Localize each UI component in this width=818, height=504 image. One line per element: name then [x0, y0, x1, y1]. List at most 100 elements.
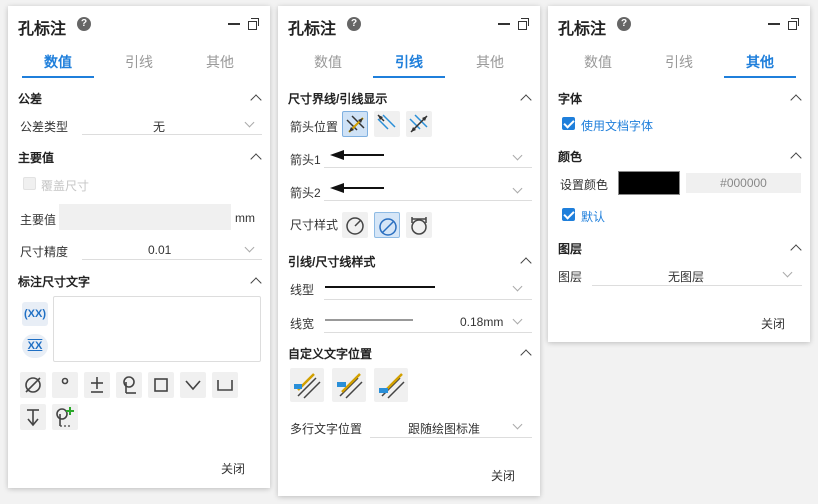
plus-minus-symbol-button[interactable] [84, 372, 110, 398]
main-value-input[interactable] [59, 204, 231, 230]
text-position-2-button[interactable] [332, 368, 366, 402]
insert-value-paren-button[interactable]: (XX) [22, 302, 48, 326]
text-position-inline-icon [337, 373, 363, 399]
tab-other[interactable]: 其他 [724, 50, 796, 78]
collapse-extension-lines-icon[interactable] [520, 94, 532, 106]
arrow-inside-icon [346, 115, 365, 133]
override-size-checkbox[interactable] [23, 177, 36, 190]
restore-window-icon[interactable] [518, 18, 529, 30]
countersink-symbol-button[interactable] [180, 372, 206, 398]
counterbore-icon [217, 380, 233, 391]
divider [324, 167, 532, 168]
help-icon[interactable]: ? [347, 17, 361, 31]
layer-select[interactable]: 无图层 [668, 268, 704, 285]
tab-bar: 数值 引线 其他 [278, 50, 540, 80]
text-position-3-button[interactable] [374, 368, 408, 402]
default-color-checkbox[interactable] [562, 208, 575, 221]
text-position-1-button[interactable] [290, 368, 324, 402]
help-icon[interactable]: ? [617, 17, 631, 31]
arrow-outside-icon [377, 114, 396, 130]
hole-annotation-panel-values: 孔标注 ? 数值 引线 其他 公差 公差类型 无 主要值 覆盖尺寸 主要值 mm… [8, 6, 270, 488]
add-symbol-button[interactable] [52, 404, 78, 430]
tab-values[interactable]: 数值 [292, 50, 364, 78]
square-icon [154, 378, 168, 392]
collapse-annotation-text-icon[interactable] [250, 277, 262, 289]
chevron-down-icon[interactable] [512, 281, 523, 292]
add-symbol-icon [56, 407, 74, 427]
arrow-position-auto-button[interactable] [406, 111, 432, 137]
panel-title: 孔标注 [288, 21, 337, 38]
precision-select[interactable]: 0.01 [148, 243, 171, 257]
countersink-icon [185, 380, 201, 391]
annotation-text-area[interactable] [53, 296, 261, 362]
multiline-text-position-select[interactable]: 跟随绘图标准 [408, 420, 480, 437]
tab-leader[interactable]: 引线 [643, 50, 715, 78]
minimize-icon[interactable] [768, 23, 780, 25]
tab-values[interactable]: 数值 [562, 50, 634, 78]
multiline-text-position-label: 多行文字位置 [290, 422, 363, 436]
chevron-down-icon[interactable] [512, 314, 523, 325]
color-swatch[interactable] [618, 171, 680, 195]
close-button[interactable]: 关闭 [761, 315, 785, 332]
chevron-down-icon[interactable] [512, 150, 523, 161]
collapse-color-icon[interactable] [790, 152, 802, 164]
section-extension-lines: 尺寸界线/引线显示 [288, 92, 388, 106]
divider [324, 332, 532, 333]
collapse-layer-icon[interactable] [790, 244, 802, 256]
square-symbol-button[interactable] [148, 372, 174, 398]
chevron-down-icon[interactable] [512, 183, 523, 194]
collapse-custom-text-icon[interactable] [520, 349, 532, 361]
tab-other[interactable]: 其他 [184, 50, 256, 78]
degree-icon [61, 377, 69, 385]
diameter-symbol-button[interactable] [20, 372, 46, 398]
insert-value-box-button[interactable]: XX [22, 334, 48, 358]
collapse-line-style-icon[interactable] [520, 257, 532, 269]
text-position-horizontal-icon [379, 373, 405, 399]
plus-minus-icon [91, 377, 103, 393]
restore-window-icon[interactable] [788, 18, 799, 30]
diameter-icon [25, 377, 41, 393]
arrow-position-inside-button[interactable] [342, 111, 368, 137]
line-width-preview[interactable] [325, 319, 413, 321]
dim-style-diameter-button[interactable] [374, 212, 400, 238]
tab-leader[interactable]: 引线 [373, 50, 445, 78]
dim-style-radius-button[interactable] [342, 212, 368, 238]
tab-leader[interactable]: 引线 [103, 50, 175, 78]
chevron-down-icon[interactable] [512, 419, 523, 430]
collapse-main-value-icon[interactable] [250, 153, 262, 165]
collapse-tolerance-icon[interactable] [250, 94, 262, 106]
main-value-label: 主要值 [20, 213, 57, 227]
depth-symbol-button[interactable] [20, 404, 46, 430]
line-width-select[interactable]: 0.18mm [460, 315, 503, 329]
arrow-position-outside-button[interactable] [374, 111, 400, 137]
close-button[interactable]: 关闭 [221, 460, 245, 477]
arrow1-style-icon[interactable] [330, 149, 386, 161]
centerline-symbol-button[interactable] [116, 372, 142, 398]
tab-values[interactable]: 数值 [22, 50, 94, 78]
tab-other[interactable]: 其他 [454, 50, 526, 78]
section-tolerance: 公差 [18, 92, 43, 106]
degree-symbol-button[interactable] [52, 372, 78, 398]
line-type-label: 线型 [290, 283, 315, 297]
section-line-style: 引线/尺寸线样式 [288, 255, 376, 269]
line-type-preview[interactable] [325, 286, 435, 288]
tolerance-type-select[interactable]: 无 [153, 118, 165, 135]
help-icon[interactable]: ? [77, 17, 91, 31]
arrow-position-label: 箭头位置 [290, 120, 339, 134]
counterbore-symbol-button[interactable] [212, 372, 238, 398]
minimize-icon[interactable] [228, 23, 240, 25]
chevron-down-icon[interactable] [782, 267, 793, 278]
arrow2-style-icon[interactable] [330, 182, 386, 194]
use-document-font-checkbox[interactable] [562, 117, 575, 130]
minimize-icon[interactable] [498, 23, 510, 25]
unit-label: mm [235, 211, 255, 225]
color-hex-input[interactable]: #000000 [686, 173, 801, 193]
restore-window-icon[interactable] [248, 18, 259, 30]
collapse-font-icon[interactable] [790, 94, 802, 106]
depth-icon [27, 409, 39, 427]
chevron-down-icon[interactable] [244, 242, 255, 253]
divider [82, 134, 262, 135]
chevron-down-icon[interactable] [244, 117, 255, 128]
close-button[interactable]: 关闭 [491, 467, 515, 484]
dim-style-linear-button[interactable] [406, 212, 432, 238]
